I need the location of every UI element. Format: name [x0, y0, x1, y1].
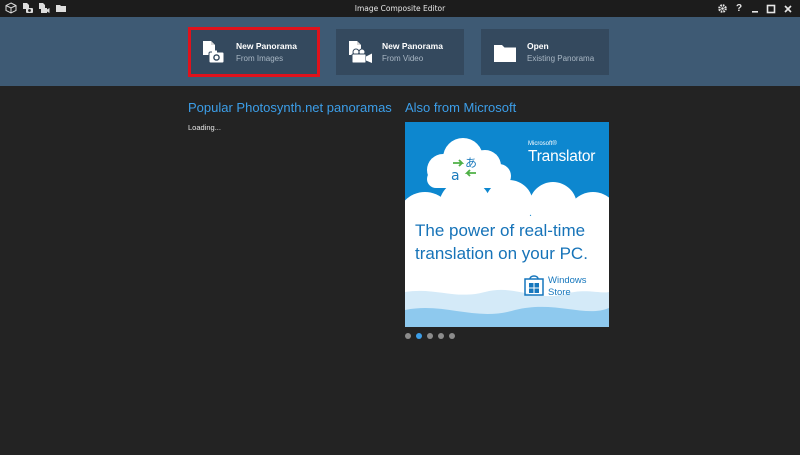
ad-store-line1: Windows — [548, 275, 587, 286]
new-from-images-icon[interactable] — [22, 2, 34, 14]
image-camera-icon — [203, 41, 225, 64]
ad-headline-line1: The power of real-time — [415, 221, 586, 240]
carousel-dot[interactable] — [405, 333, 411, 339]
close-icon — [784, 4, 792, 13]
new-panorama-from-video-button[interactable]: New Panorama From Video — [336, 29, 464, 75]
settings-button[interactable] — [714, 0, 730, 17]
ad-store-line2: Store — [548, 287, 571, 298]
tile-title: New Panorama — [236, 41, 297, 51]
cube-icon[interactable] — [5, 2, 17, 14]
translator-icon: あ a — [451, 156, 477, 182]
loading-status: Loading... — [188, 123, 221, 132]
settings-icon — [717, 4, 727, 13]
new-from-video-icon[interactable] — [38, 2, 50, 14]
popular-panoramas-heading: Popular Photosynth.net panoramas — [188, 100, 392, 115]
tile-subtitle: From Video — [382, 54, 424, 63]
folder-icon — [494, 45, 516, 62]
window-title: Image Composite Editor — [354, 4, 446, 13]
carousel-dot[interactable] — [438, 333, 444, 339]
translator-ad-banner[interactable]: あ a Microsoft® Translator The power of r… — [405, 122, 609, 327]
ad-brand-small: Microsoft® — [528, 141, 557, 147]
windows-store-icon — [524, 275, 544, 296]
carousel-dot-active[interactable] — [416, 333, 422, 339]
carousel-dot[interactable] — [427, 333, 433, 339]
new-panorama-from-images-button[interactable]: New Panorama From Images — [188, 27, 320, 77]
svg-text:a: a — [451, 168, 460, 182]
close-button[interactable] — [780, 0, 796, 17]
ad-brand: Translator — [528, 148, 596, 165]
minimize-icon — [752, 10, 758, 13]
tile-title: Open — [527, 41, 549, 51]
also-from-microsoft-heading: Also from Microsoft — [405, 100, 517, 115]
tile-subtitle: From Images — [236, 54, 284, 63]
carousel-dots — [405, 333, 455, 340]
header-band: New Panorama From Images New Panorama Fr… — [0, 17, 800, 86]
maximize-icon — [766, 4, 776, 13]
title-bar: Image Composite Editor ? — [0, 0, 800, 17]
maximize-button[interactable] — [763, 0, 779, 17]
open-folder-icon[interactable] — [55, 2, 67, 14]
tile-title: New Panorama — [382, 41, 443, 51]
video-camera-icon — [349, 41, 372, 64]
help-icon[interactable]: ? — [731, 0, 747, 17]
svg-text:あ: あ — [465, 156, 477, 170]
ad-headline-line2: translation on your PC. — [415, 244, 588, 263]
open-existing-panorama-button[interactable]: Open Existing Panorama — [481, 29, 609, 75]
minimize-button[interactable] — [747, 0, 763, 17]
carousel-dot[interactable] — [449, 333, 455, 339]
tile-subtitle: Existing Panorama — [527, 54, 595, 63]
